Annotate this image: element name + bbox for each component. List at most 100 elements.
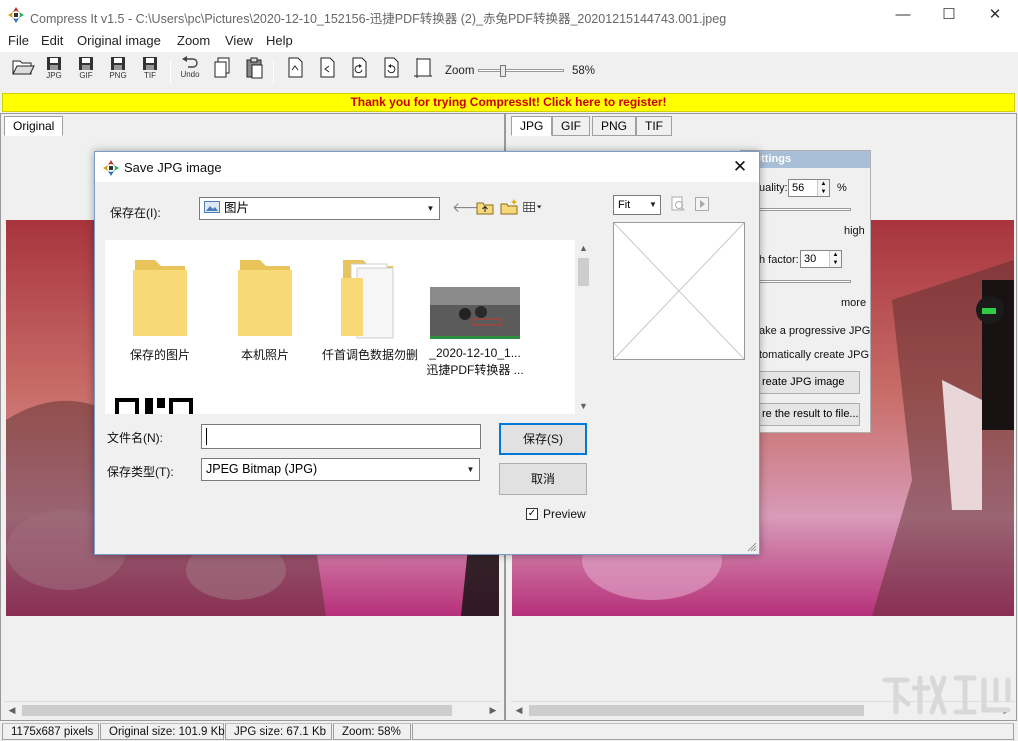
- smoothing-spinner[interactable]: 30 ▲ ▼: [800, 250, 842, 268]
- save-gif-button[interactable]: GIF: [72, 56, 100, 86]
- copy-button[interactable]: [208, 56, 236, 86]
- chevron-down-icon[interactable]: ▼: [646, 196, 660, 214]
- app-logo-icon: [8, 7, 24, 23]
- scroll-left-arrow-icon[interactable]: ◀: [4, 702, 20, 719]
- mirror-button[interactable]: [313, 56, 341, 86]
- rotate-left-icon: [352, 57, 367, 78]
- menu-file[interactable]: File: [8, 33, 29, 48]
- maximize-button[interactable]: ☐: [926, 0, 972, 30]
- spinner-arrows-icon[interactable]: ▲ ▼: [829, 251, 841, 267]
- preview-checkbox[interactable]: ✓: [526, 508, 538, 520]
- more-label: more: [841, 297, 867, 309]
- scrollbar-thumb[interactable]: [578, 258, 589, 286]
- close-button[interactable]: ✕: [972, 0, 1018, 30]
- folder-icon: [133, 260, 187, 336]
- smoothing-label: h factor:: [759, 254, 799, 266]
- cancel-button[interactable]: 取消: [499, 463, 587, 495]
- rotate-right-icon: [384, 57, 399, 78]
- tab-png[interactable]: PNG: [592, 116, 637, 136]
- save-jpg-dialog: Save JPG image ✕ 保存在(I): 图片 ▼ 🡐 保存的图片 本机…: [94, 151, 760, 555]
- progressive-checkbox-label[interactable]: ake a progressive JPG: [759, 325, 870, 337]
- open-button[interactable]: [9, 56, 37, 86]
- scroll-down-arrow-icon[interactable]: ▼: [575, 398, 592, 414]
- scrollbar-thumb[interactable]: [22, 705, 452, 716]
- menu-view[interactable]: View: [225, 33, 253, 48]
- paste-button[interactable]: [240, 56, 268, 86]
- tab-original[interactable]: Original: [4, 116, 64, 136]
- save-button[interactable]: 保存(S): [499, 423, 587, 455]
- scroll-right-arrow-icon[interactable]: ▶: [485, 702, 501, 719]
- preview-box: [613, 222, 745, 360]
- tab-tif[interactable]: TIF: [636, 116, 672, 136]
- file-list[interactable]: 保存的图片 本机照片 仟首调色数据勿删 _2020-12-10_1... 迅捷P…: [105, 240, 589, 414]
- status-dimensions: 1175x687 pixels: [2, 723, 99, 740]
- list-item[interactable]: 本机照片: [215, 254, 315, 364]
- file-type-dropdown[interactable]: JPEG Bitmap (JPG) ▼: [201, 458, 480, 481]
- original-horizontal-scrollbar[interactable]: ◀ ▶: [4, 701, 501, 718]
- dialog-title: Save JPG image: [124, 160, 222, 175]
- menu-help[interactable]: Help: [266, 33, 293, 48]
- list-item[interactable]: 保存的图片: [110, 254, 210, 364]
- mirror-icon: [320, 57, 335, 78]
- undo-button[interactable]: Undo: [176, 56, 204, 86]
- crop-button[interactable]: [409, 56, 437, 86]
- magnifier-icon[interactable]: [670, 196, 686, 212]
- minimize-button[interactable]: —: [880, 0, 926, 30]
- auto-create-checkbox-label[interactable]: tomatically create JPG: [759, 349, 869, 361]
- fit-dropdown[interactable]: Fit ▼: [613, 195, 661, 215]
- image-thumbnail-icon: [430, 287, 520, 339]
- tab-jpg[interactable]: JPG: [511, 116, 553, 136]
- tab-gif[interactable]: GIF: [552, 116, 590, 136]
- status-empty: [412, 723, 1014, 740]
- status-bar: 1175x687 pixels Original size: 101.9 Kb …: [0, 722, 1018, 741]
- chevron-down-icon[interactable]: ▼: [422, 198, 439, 219]
- spinner-arrows-icon[interactable]: ▲ ▼: [817, 180, 829, 196]
- file-list-vertical-scrollbar[interactable]: ▲ ▼: [575, 240, 592, 414]
- rotate-left-button[interactable]: [345, 56, 373, 86]
- app-logo-icon: [103, 160, 119, 176]
- status-original-size: Original size: 101.9 Kb: [100, 723, 225, 740]
- dialog-close-button[interactable]: ✕: [725, 152, 755, 182]
- status-zoom: Zoom: 58%: [333, 723, 411, 740]
- menu-original-image[interactable]: Original image: [77, 33, 161, 48]
- save-tif-icon: [143, 57, 157, 70]
- quality-slider[interactable]: [759, 208, 851, 211]
- filename-input[interactable]: [201, 424, 481, 449]
- save-jpg-button[interactable]: JPG: [40, 56, 68, 86]
- save-png-button[interactable]: PNG: [104, 56, 132, 86]
- zoom-slider[interactable]: [478, 65, 564, 77]
- quality-spinner[interactable]: 56 ▲ ▼: [788, 179, 830, 197]
- menu-edit[interactable]: Edit: [41, 33, 63, 48]
- smoothing-slider[interactable]: [759, 280, 851, 283]
- zoom-label: Zoom: [445, 65, 475, 77]
- zoom-value: 58%: [572, 65, 596, 77]
- text-cursor: [206, 428, 207, 445]
- save-in-dropdown[interactable]: 图片 ▼: [199, 197, 440, 220]
- view-menu-icon[interactable]: [523, 198, 543, 216]
- chevron-down-icon[interactable]: ▼: [462, 459, 479, 480]
- list-item[interactable]: _2020-12-10_1... 迅捷PDF转换器 ...: [425, 254, 525, 379]
- list-item[interactable]: 仟首调色数据勿删: [320, 254, 420, 364]
- scroll-left-arrow-icon[interactable]: ◀: [511, 702, 527, 719]
- preview-label[interactable]: Preview: [543, 507, 586, 521]
- toolbar-separator: [170, 60, 171, 84]
- new-folder-icon[interactable]: [499, 198, 519, 216]
- paste-icon: [246, 57, 263, 79]
- rotate-right-button[interactable]: [377, 56, 405, 86]
- zoom-slider-thumb[interactable]: [500, 65, 506, 77]
- resize-grip-icon[interactable]: [747, 542, 757, 552]
- high-label: high: [844, 225, 865, 237]
- save-tif-button[interactable]: TIF: [136, 56, 164, 86]
- back-arrow-icon[interactable]: 🡐: [452, 199, 490, 217]
- folder-icon: [238, 260, 292, 336]
- flip-button[interactable]: [281, 56, 309, 86]
- register-banner[interactable]: Thank you for trying CompressIt! Click h…: [2, 93, 1015, 112]
- scrollbar-thumb[interactable]: [529, 705, 864, 716]
- toolbar: JPG GIF PNG TIF Undo Zoom 58%: [0, 54, 1018, 90]
- open-folder-icon: [12, 60, 35, 75]
- play-icon[interactable]: [695, 197, 709, 211]
- scroll-up-arrow-icon[interactable]: ▲: [575, 240, 592, 256]
- menu-zoom[interactable]: Zoom: [177, 33, 210, 48]
- crop-icon: [414, 58, 432, 78]
- up-folder-icon[interactable]: [475, 198, 495, 216]
